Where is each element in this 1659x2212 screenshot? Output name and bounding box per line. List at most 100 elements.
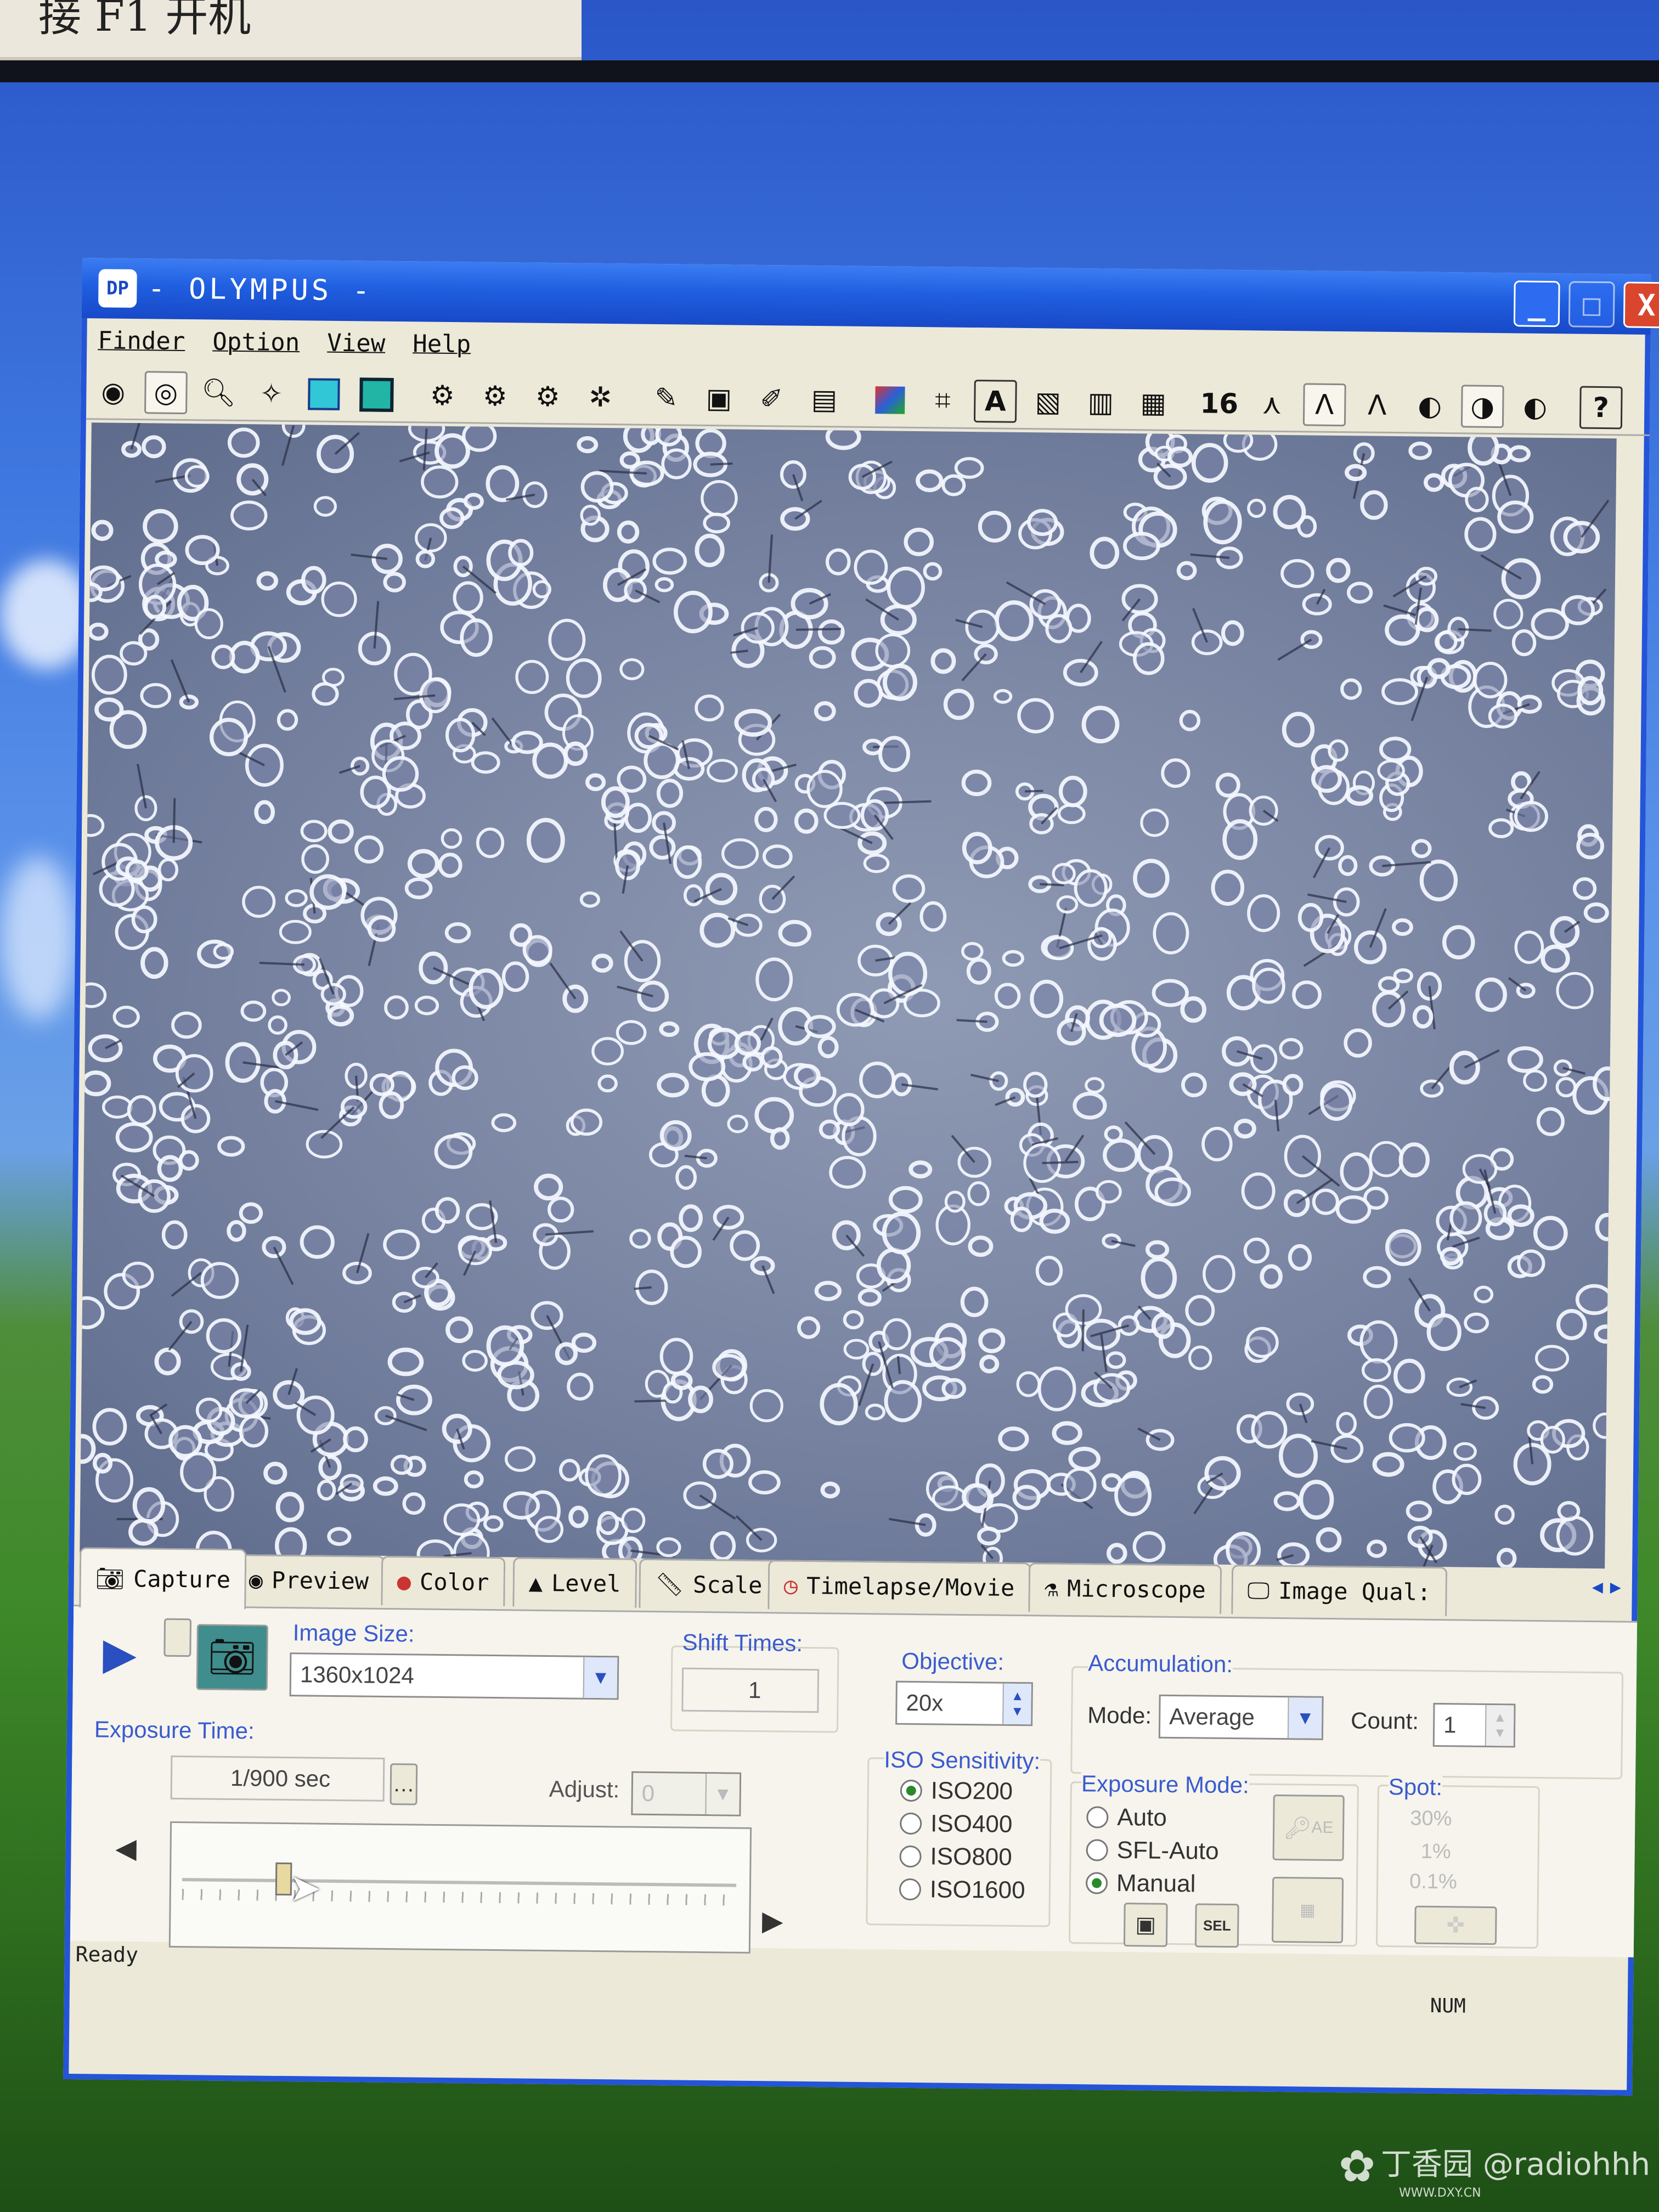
iso400-radio[interactable]: ISO400 (899, 1810, 1013, 1838)
cell (755, 957, 793, 1002)
ae-lock-button[interactable]: 🔑︎ AE (1272, 1794, 1345, 1861)
tab-microscope[interactable]: ⚗ Microscope (1028, 1562, 1222, 1614)
cell (1279, 1037, 1304, 1060)
metering-button[interactable]: ▣ (1123, 1903, 1168, 1947)
help-icon[interactable]: ? (1579, 386, 1623, 429)
objective-spinner[interactable]: 20x ▲ ▼ (895, 1680, 1033, 1726)
cell (1203, 499, 1242, 545)
capture-button[interactable]: 📷︎ (196, 1624, 268, 1691)
minimize-button[interactable]: _ (1513, 280, 1560, 328)
cell (122, 1261, 154, 1289)
cell (1346, 785, 1374, 806)
camera-icon[interactable]: ◉ (92, 370, 135, 414)
frame-teal-icon[interactable] (355, 373, 398, 416)
tab-scale[interactable]: 📏︎ Scale (639, 1558, 778, 1610)
exposure-auto-radio[interactable]: Auto (1086, 1803, 1167, 1832)
disk-icon[interactable]: ▣ (697, 376, 741, 420)
cell (695, 533, 725, 567)
sel-button[interactable]: SEL (1194, 1903, 1239, 1948)
close-button[interactable]: X (1623, 281, 1659, 329)
exposure-sfl-auto-radio[interactable]: SFL-Auto (1086, 1836, 1219, 1865)
cell (444, 922, 471, 944)
cell (1282, 1074, 1304, 1096)
spot-position-button[interactable]: ✜ (1414, 1905, 1497, 1945)
save-icon[interactable]: ▤ (803, 377, 846, 421)
contrast-2-icon[interactable]: ◑ (1460, 384, 1504, 428)
cell (1099, 1003, 1137, 1037)
film-icon[interactable]: ▥ (1079, 381, 1122, 424)
pencil-icon[interactable]: ✎ (645, 376, 688, 419)
cell (884, 1380, 922, 1423)
exposure-manual-radio[interactable]: Manual (1085, 1869, 1196, 1898)
cell (115, 1122, 153, 1153)
settings-2-icon[interactable]: ⚙ (473, 374, 517, 417)
cell-process (1081, 1309, 1085, 1352)
tab-level[interactable]: ▲ Level (512, 1557, 637, 1608)
menu-view[interactable]: View (327, 329, 385, 357)
image-size-select[interactable]: 1360x1024 ▼ (289, 1652, 619, 1700)
gamma-2-icon[interactable]: Λ (1302, 382, 1346, 426)
menu-option[interactable]: Option (212, 328, 300, 357)
bit16-icon[interactable]: 16 (1198, 382, 1241, 425)
gamma-3-icon[interactable]: Λ (1356, 383, 1399, 427)
exposure-slider[interactable]: ➤ (168, 1821, 752, 1954)
cell (892, 874, 926, 903)
tab-preview[interactable]: ◉ Preview (233, 1554, 385, 1605)
tab-image-quality[interactable]: 🖵︎ Image Qual: (1231, 1565, 1447, 1617)
tab-color[interactable]: ● Color (381, 1555, 505, 1607)
cell (1406, 1500, 1432, 1522)
gamma-1-icon[interactable]: ⋏ (1250, 382, 1294, 426)
options-small-button[interactable] (163, 1618, 192, 1657)
settings-3-icon[interactable]: ⚙ (526, 375, 569, 418)
iso200-radio[interactable]: ISO200 (900, 1777, 1013, 1805)
text-a-icon[interactable]: A (973, 379, 1017, 423)
maximize-button[interactable]: □ (1568, 281, 1615, 328)
tab-capture[interactable]: 📷︎ Capture (79, 1547, 247, 1610)
tab-timelapse-movie[interactable]: ◷ Timelapse/Movie (768, 1560, 1031, 1612)
live-microscope-image[interactable] (80, 422, 1617, 1569)
focus-icon[interactable]: ✧ (250, 372, 293, 415)
edit-icon[interactable]: ✐ (750, 377, 793, 420)
cell (343, 1426, 368, 1453)
contrast-1-icon[interactable]: ◐ (1408, 384, 1452, 427)
crop-icon[interactable]: ⌗ (921, 379, 964, 422)
cell (909, 1160, 933, 1179)
live-preview-button[interactable]: ▶ (83, 1617, 156, 1690)
cell (1419, 859, 1458, 902)
spot-1-radio[interactable]: 1% (1420, 1840, 1451, 1864)
count-spinner[interactable]: 1 ▲ ▼ (1432, 1702, 1516, 1748)
cell (679, 1204, 703, 1232)
image-a-icon[interactable]: ▧ (1026, 380, 1070, 424)
histogram-icon: ▲ (528, 1569, 543, 1596)
menu-help[interactable]: Help (413, 330, 471, 358)
contrast-3-icon[interactable]: ◐ (1514, 385, 1557, 428)
exposure-time-button[interactable]: … (390, 1763, 418, 1805)
slider-right-arrow[interactable]: ▶ (756, 1899, 789, 1943)
zoom-icon[interactable]: 🔍︎ (197, 371, 240, 415)
cell (654, 577, 674, 592)
slider-left-arrow[interactable]: ◀ (109, 1826, 143, 1871)
menu-finder[interactable]: Finder (98, 326, 185, 356)
iso1600-radio[interactable]: ISO1600 (899, 1876, 1025, 1904)
spot-01-radio[interactable]: 0.1% (1409, 1870, 1457, 1894)
cell (445, 718, 476, 753)
cell (1326, 557, 1351, 583)
cell (161, 1220, 188, 1250)
adjust-select[interactable]: 0 ▼ (631, 1771, 742, 1816)
bug-icon[interactable]: ✲ (579, 375, 622, 419)
cell (178, 1150, 199, 1171)
spot-30-radio[interactable]: 30% (1410, 1807, 1452, 1831)
cell (209, 718, 248, 757)
iso800-radio[interactable]: ISO800 (899, 1843, 1012, 1871)
tab-scroll-arrows[interactable]: ◂ ▸ (1592, 1574, 1621, 1600)
cell (809, 646, 836, 669)
settings-1-icon[interactable]: ⚙ (421, 374, 464, 417)
stack-icon[interactable]: ▦ (1132, 381, 1175, 425)
frame-cyan-icon[interactable] (302, 373, 346, 416)
accumulation-mode-select[interactable]: Average ▼ (1158, 1694, 1324, 1740)
color-icon[interactable] (868, 379, 912, 422)
eye-icon[interactable]: ◎ (144, 370, 188, 414)
cell (443, 1503, 481, 1536)
cell-process (1042, 1161, 1079, 1164)
ae-area-button[interactable]: ▦ (1271, 1876, 1344, 1944)
